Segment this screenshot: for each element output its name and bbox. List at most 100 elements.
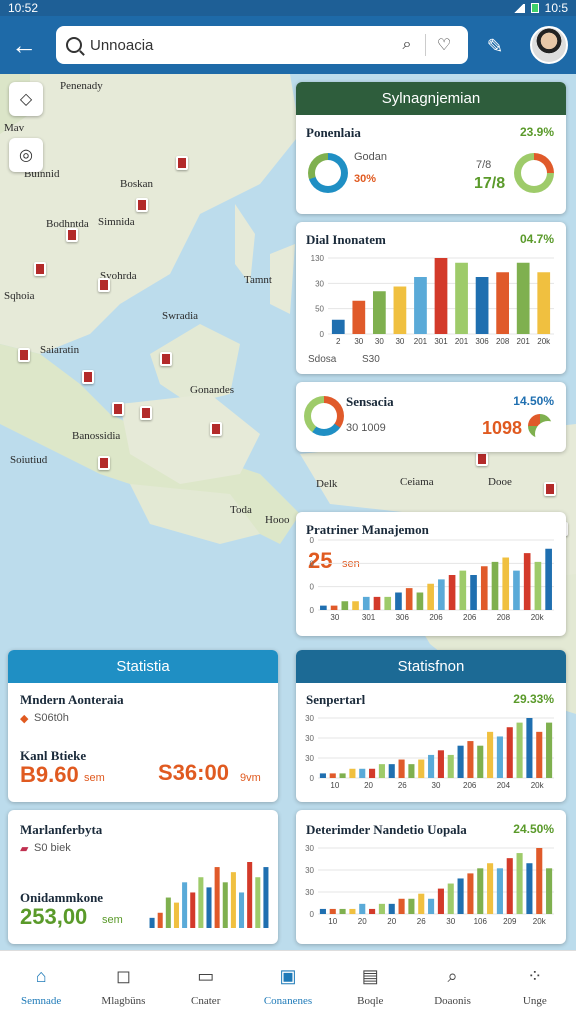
donut-chart bbox=[308, 153, 348, 193]
map-marker[interactable] bbox=[112, 402, 124, 416]
y-tick-label: 0 bbox=[310, 774, 315, 783]
chart-bar bbox=[263, 867, 269, 928]
map-marker[interactable] bbox=[82, 370, 94, 384]
x-tick-label: 306 bbox=[475, 337, 489, 346]
chart-bar bbox=[369, 768, 376, 778]
statistics-card-left-2[interactable]: Marlanferbyta ▰ S0 biek Onidammkone 253,… bbox=[8, 810, 278, 944]
card-percent: 23.9% bbox=[519, 125, 554, 139]
chart-bar bbox=[516, 262, 530, 334]
management-card[interactable]: Sylnagnjemian Ponenlaia 23.9% Godan 30% … bbox=[296, 82, 566, 214]
chart-bar bbox=[455, 262, 468, 334]
edit-icon[interactable]: ✎ bbox=[482, 33, 508, 59]
chart-bar bbox=[427, 583, 434, 610]
chart-bar bbox=[428, 754, 435, 778]
x-tick-label: 26 bbox=[398, 781, 407, 790]
nav-label: Unge bbox=[522, 995, 547, 1007]
map-marker[interactable] bbox=[98, 456, 110, 470]
chart-bar bbox=[536, 848, 543, 914]
chart-bar bbox=[339, 908, 346, 914]
map-label: Dooe bbox=[488, 476, 512, 488]
directions-icon[interactable]: ◇ bbox=[9, 82, 43, 116]
nav-item-3[interactable]: ▭ Cnater bbox=[165, 951, 247, 1024]
x-tick-label: 20k bbox=[531, 613, 545, 622]
nav-item-2[interactable]: ◻ Mlagbüns bbox=[82, 951, 164, 1024]
map-label: Mav bbox=[4, 122, 25, 134]
map-marker[interactable] bbox=[210, 422, 222, 436]
map-marker[interactable] bbox=[66, 228, 78, 242]
chart-bar bbox=[378, 903, 385, 914]
card-title: Ponenlaia bbox=[306, 125, 361, 140]
status-bar: 10:52 10:5 bbox=[0, 0, 576, 16]
x-tick-label: 20k bbox=[533, 917, 547, 926]
map-marker[interactable] bbox=[34, 262, 46, 276]
chart-bar bbox=[536, 731, 543, 778]
x-tick-label: 209 bbox=[503, 917, 517, 926]
chart-bar bbox=[475, 277, 489, 334]
chart-bar bbox=[329, 908, 336, 914]
map-marker[interactable] bbox=[176, 156, 188, 170]
chart-bar bbox=[459, 570, 467, 610]
chart-bar bbox=[506, 727, 513, 778]
y-tick-label: 30 bbox=[305, 754, 314, 763]
chart-bar bbox=[477, 745, 484, 778]
statistics-card-right[interactable]: Statisfnon Senpertarl 29.33% 30 30 30 0 10 20… bbox=[296, 650, 566, 802]
sensacia-card[interactable]: Sensacia 30 1009 14.50% 1098 bbox=[296, 382, 566, 452]
map-marker[interactable] bbox=[476, 452, 488, 466]
chart-bar bbox=[437, 888, 444, 914]
x-tick-label: 20k bbox=[531, 781, 545, 790]
x-tick-label: 30 bbox=[446, 917, 455, 926]
map-marker[interactable] bbox=[98, 278, 110, 292]
donut-chart bbox=[304, 396, 344, 436]
bar-chart: 30 30 30 0 10 20 20 26 30 106 209 20k bbox=[305, 844, 554, 926]
chart-bar bbox=[447, 883, 454, 914]
chart-bar bbox=[349, 768, 356, 778]
chart-bar bbox=[414, 277, 427, 334]
map-marker[interactable] bbox=[136, 198, 148, 212]
chart-bar bbox=[523, 553, 531, 610]
map-marker[interactable] bbox=[544, 482, 556, 496]
nav-item-5[interactable]: ▤ Boqle bbox=[329, 951, 411, 1024]
search-submit-icon[interactable]: ⌕ bbox=[393, 31, 421, 59]
chart-bar bbox=[470, 575, 477, 610]
avatar[interactable] bbox=[530, 26, 568, 64]
donut-chart bbox=[528, 414, 561, 447]
chart-bar bbox=[506, 858, 513, 914]
map-marker[interactable] bbox=[18, 348, 30, 362]
x-tick-label: 30 bbox=[395, 337, 404, 346]
chart-bar bbox=[487, 731, 494, 778]
voice-icon[interactable]: ♡ bbox=[430, 31, 458, 59]
bar-chart: 30 30 30 0 10 20 26 30 206 204 20k bbox=[305, 714, 554, 790]
map-label: Tamnt bbox=[244, 274, 272, 286]
chart-bar bbox=[516, 722, 523, 778]
search-divider bbox=[425, 34, 426, 56]
nav-item-home[interactable]: ⌂ Semnade bbox=[0, 951, 82, 1024]
dial-chart-card[interactable]: Dial Inonatem 04.7% 130 30 50 0 2 30 30 30 201 30… bbox=[296, 222, 566, 374]
nav-item-4[interactable]: ▣ Conanenes bbox=[247, 951, 329, 1024]
back-arrow-icon[interactable]: ← bbox=[10, 30, 38, 60]
chart-bar bbox=[320, 605, 327, 610]
chart-bar bbox=[447, 754, 454, 778]
map-marker[interactable] bbox=[140, 406, 152, 420]
nav-item-6[interactable]: ⌕ Doaonis bbox=[411, 951, 493, 1024]
chart-bar bbox=[418, 759, 425, 778]
chart-bar bbox=[341, 601, 349, 610]
chart-legend: S30 bbox=[362, 354, 380, 365]
card-subtitle: 30 1009 bbox=[346, 422, 386, 434]
chart-bar bbox=[247, 862, 253, 928]
statistics-card-right-2[interactable]: Deterimder Nandetio Uopala 24.50% 30 30 30… bbox=[296, 810, 566, 944]
search-input[interactable] bbox=[90, 36, 393, 54]
x-tick-label: 201 bbox=[517, 337, 531, 346]
y-tick-label: 0 bbox=[310, 559, 315, 568]
statistics-card-left[interactable]: Statistia Mndern Aonteraia ◆ S06t0h Kanl… bbox=[8, 650, 278, 802]
camera-icon[interactable]: ◎ bbox=[9, 138, 43, 172]
partner-management-card[interactable]: Pratriner Manajemon 25 sen 0 0 0 0 30 301 306 2… bbox=[296, 512, 566, 636]
chart-bar bbox=[369, 908, 376, 914]
nav-item-7[interactable]: ⁘ Unge bbox=[494, 951, 576, 1024]
map-marker[interactable] bbox=[160, 352, 172, 366]
chart-bar bbox=[526, 863, 533, 914]
y-tick-label: 0 bbox=[310, 536, 315, 545]
folder-icon: ▭ bbox=[197, 965, 215, 986]
search-icon bbox=[66, 37, 82, 53]
chart-bar bbox=[239, 892, 245, 928]
chart-bar bbox=[190, 892, 196, 928]
